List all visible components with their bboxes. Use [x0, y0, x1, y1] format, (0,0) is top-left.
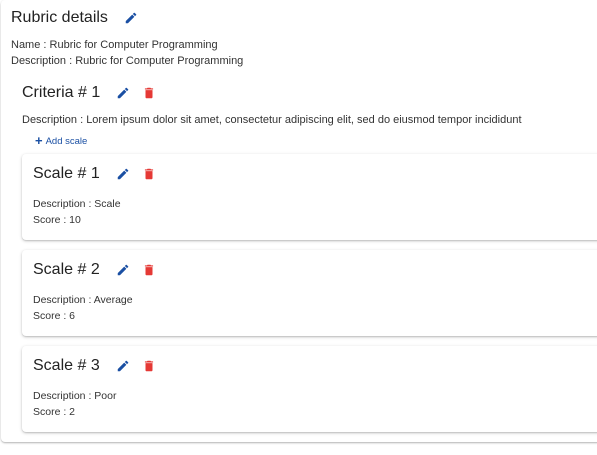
scale-header: Scale # 3 — [33, 355, 158, 377]
pencil-icon — [117, 264, 128, 276]
scale-title: Scale # 2 — [33, 261, 100, 278]
scale-header: Scale # 1 — [33, 163, 158, 185]
scale-description: Description : Poor — [33, 390, 117, 402]
scale-score: Score : 10 — [33, 214, 81, 226]
scale-header: Scale # 2 — [33, 259, 158, 281]
add-scale-label: Add scale — [45, 135, 88, 147]
pencil-icon — [117, 168, 128, 180]
scale-score: Score : 6 — [33, 310, 76, 322]
scale-card: Scale # 3 Description : Poor Score : 2 — [22, 346, 597, 432]
delete-scale-button[interactable] — [140, 357, 158, 375]
delete-scale-button[interactable] — [140, 165, 158, 183]
pencil-icon — [125, 12, 137, 24]
trash-icon — [145, 87, 154, 99]
trash-icon — [144, 360, 153, 372]
scale-card: Scale # 2 Description : Average Score : … — [22, 250, 597, 336]
trash-icon — [144, 264, 153, 276]
page-root: Rubric details Name : Rubric for Compute… — [0, 0, 597, 455]
delete-scale-button[interactable] — [140, 261, 158, 279]
rubric-description: Description : Rubric for Computer Progra… — [11, 55, 244, 67]
scale-score: Score : 2 — [33, 406, 76, 418]
criteria-header: Criteria # 1 — [22, 82, 158, 104]
edit-criteria-button[interactable] — [114, 84, 132, 102]
edit-scale-button[interactable] — [114, 165, 132, 183]
scale-title: Scale # 1 — [33, 165, 100, 182]
plus-icon: + — [35, 133, 43, 148]
scale-title: Scale # 3 — [33, 357, 100, 374]
scale-card: Scale # 1 Description : Scale Score : 10 — [22, 154, 597, 240]
trash-icon — [144, 168, 153, 180]
rubric-card: Rubric details Name : Rubric for Compute… — [1, 0, 597, 442]
rubric-name: Name : Rubric for Computer Programming — [11, 39, 218, 51]
delete-criteria-button[interactable] — [140, 84, 158, 102]
criteria-description: Description : Lorem ipsum dolor sit amet… — [22, 114, 522, 126]
scale-description: Description : Scale — [33, 198, 121, 210]
edit-scale-button[interactable] — [114, 357, 132, 375]
pencil-icon — [118, 87, 129, 99]
pencil-icon — [117, 360, 128, 372]
scale-description: Description : Average — [33, 294, 133, 306]
criteria-title: Criteria # 1 — [22, 84, 101, 101]
rubric-title: Rubric details — [11, 9, 108, 26]
edit-scale-button[interactable] — [114, 261, 132, 279]
add-scale-button[interactable]: + Add scale — [35, 134, 87, 148]
rubric-header: Rubric details — [11, 7, 140, 29]
edit-rubric-button[interactable] — [122, 9, 140, 27]
